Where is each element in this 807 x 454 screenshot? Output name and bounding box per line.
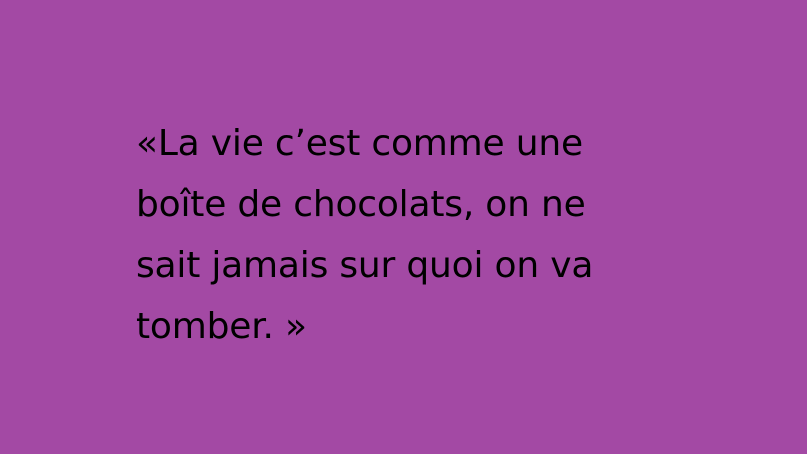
quote-line-1: «La vie c’est comme une <box>136 123 583 164</box>
purple-background: «La vie c’est comme une boîte de chocola… <box>0 0 807 454</box>
quote-text: «La vie c’est comme une boîte de chocola… <box>136 113 696 357</box>
quote-line-2: boîte de chocolats, on ne <box>136 184 586 225</box>
quote-line-4: tomber. » <box>136 306 307 347</box>
quote-line-3: sait jamais sur quoi on va <box>136 245 594 286</box>
